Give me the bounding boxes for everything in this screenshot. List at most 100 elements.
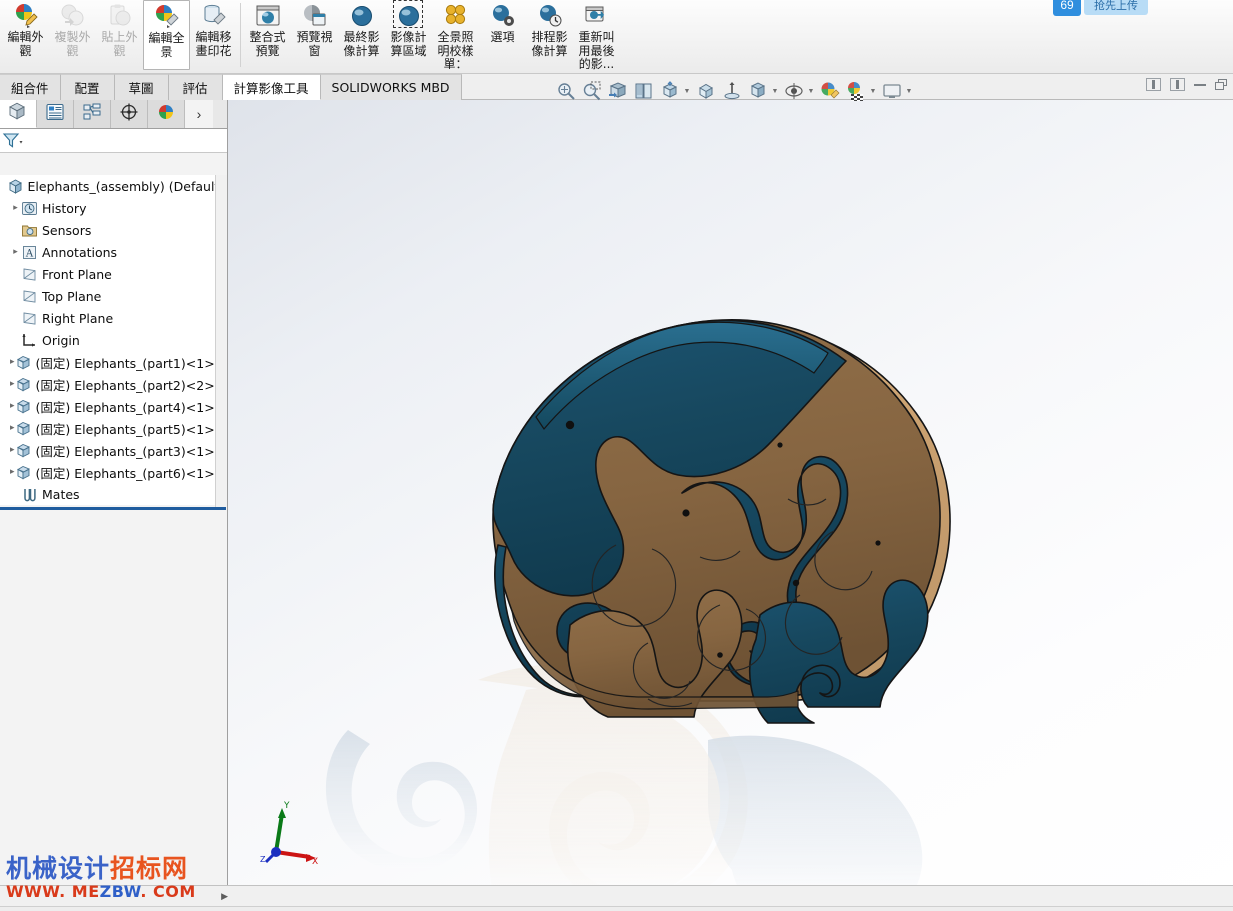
tab-1[interactable]: 配置 [60, 74, 115, 100]
chevron-down-icon[interactable]: ▼ [869, 82, 877, 100]
expand-chevron-icon[interactable]: ▸ [10, 241, 21, 263]
tree-node[interactable]: ▸ Sensors [0, 219, 226, 241]
ribbon-button-paste-appearance-icon[interactable]: 貼上外觀 [96, 0, 143, 70]
appearance-ribbon: 編輯外觀 複製外觀 貼上外觀 編輯全景 編輯移畫印花 整合式預覽 預覽視窗 最終… [0, 0, 1233, 74]
origin-icon [21, 332, 38, 349]
section-view-icon[interactable] [608, 81, 628, 101]
ribbon-button-label: 編輯外觀 [7, 30, 44, 58]
site-watermark: 机械设计招标网 WWW. MEZBW. COM [6, 856, 206, 904]
perspective-icon[interactable] [784, 81, 804, 101]
zoom-to-fit-icon[interactable] [556, 81, 576, 101]
ribbon-button-schedule-render-icon[interactable]: 排程影像計算 [526, 0, 573, 70]
configuration-manager-tab[interactable] [74, 100, 111, 128]
apply-scene-color-icon[interactable] [846, 81, 866, 102]
view-settings-icon[interactable] [748, 81, 768, 101]
tab-label: 草圖 [128, 81, 154, 96]
restore-icon[interactable] [1215, 79, 1227, 90]
tree-node-label: (固定) Elephants_(part2)<2> (Def [35, 377, 226, 393]
options-icon [490, 3, 516, 29]
ribbon-button-label: 貼上外觀 [101, 30, 138, 58]
display-manager-icon [155, 102, 177, 127]
elephants-puzzle-model[interactable] [348, 295, 988, 765]
chevron-down-icon[interactable]: ▼ [807, 82, 815, 100]
feature-tree-filter-bar[interactable] [0, 129, 227, 153]
display-style-icon[interactable] [660, 81, 680, 101]
tab-0[interactable]: 組合件 [0, 74, 61, 100]
tree-node[interactable]: ▸ Origin [0, 329, 226, 351]
tree-node[interactable]: ▸ Top Plane [0, 285, 226, 307]
chevron-down-icon[interactable]: ▼ [905, 82, 913, 100]
property-manager-icon [44, 102, 66, 127]
ribbon-button-final-render-icon[interactable]: 最終影像計算 [338, 0, 385, 70]
plane-icon [21, 266, 38, 283]
ribbon-button-render-region-icon[interactable]: 影像計算區域 [385, 0, 432, 70]
graphics-viewport[interactable]: Y X Z 53% [228, 100, 1233, 911]
status-bar [0, 906, 1233, 911]
collapse-right-icon[interactable] [1170, 78, 1185, 91]
scroll-right-caret-icon[interactable]: ▶ [221, 891, 228, 902]
ribbon-button-preview-window-icon[interactable]: 預覽視窗 [291, 0, 338, 70]
svg-text:X: X [312, 857, 318, 867]
zoom-to-area-icon[interactable] [582, 81, 602, 101]
ribbon-button-recall-last-render-icon[interactable]: 重新叫用最後的影... [573, 0, 620, 71]
apply-scene-icon[interactable] [722, 81, 742, 101]
tree-node[interactable]: ▸ (固定) Elephants_(part6)<1> (Def [0, 461, 226, 483]
feature-tree[interactable]: ▸ Elephants_(assembly) (Default<Displa ▸… [0, 175, 226, 505]
ribbon-button-label: 編輯移畫印花 [195, 30, 232, 58]
paste-appearance-icon [107, 3, 133, 29]
tree-node[interactable]: ▸ A Annotations [0, 241, 226, 263]
tab-3[interactable]: 評估 [168, 74, 223, 100]
ribbon-button-integrated-preview-icon[interactable]: 整合式預覽 [244, 0, 291, 70]
tree-node[interactable]: ▸ Front Plane [0, 263, 226, 285]
display-manager-tab[interactable] [148, 100, 185, 128]
annotations-icon: A [21, 244, 38, 261]
dimxpert-manager-tab[interactable] [111, 100, 148, 128]
recall-last-render-icon [584, 3, 610, 29]
tree-node[interactable]: ▸ (固定) Elephants_(part3)<1> (Def [0, 439, 226, 461]
ribbon-button-edit-scene-icon[interactable]: 編輯全景 [143, 0, 190, 70]
view-display-icon[interactable] [882, 81, 902, 101]
watermark-url-2: ZBW [99, 882, 141, 901]
tree-node-label: (固定) Elephants_(part1)<1> (Def [35, 355, 226, 371]
watermark-text-cn-1: 机械设计 [6, 854, 111, 883]
tree-node[interactable]: ▸ (固定) Elephants_(part2)<2> (Def [0, 373, 226, 395]
feature-tree-icon [7, 101, 29, 126]
chevron-down-icon[interactable]: ▼ [771, 82, 779, 100]
ribbon-button-label: 預覽視窗 [296, 30, 333, 58]
edit-appearance-icon[interactable] [820, 81, 840, 101]
history-icon [21, 200, 38, 217]
tree-node[interactable]: ▸ (固定) Elephants_(part1)<1> (Def [0, 351, 226, 373]
tree-node[interactable]: ▸ History [0, 197, 226, 219]
viewport-window-controls [1146, 78, 1227, 91]
tree-node[interactable]: ▸ Elephants_(assembly) (Default<Displa [0, 175, 226, 197]
collapse-left-icon[interactable] [1146, 78, 1161, 91]
tree-node-label: (固定) Elephants_(part5)<1> (Def [35, 421, 226, 437]
ribbon-button-edit-decal-icon[interactable]: 編輯移畫印花 [190, 0, 237, 70]
tree-node-label: Front Plane [42, 266, 112, 282]
feature-tree-tab[interactable] [0, 100, 37, 128]
chevron-down-icon[interactable]: ▼ [683, 82, 691, 100]
ribbon-button-options-icon[interactable]: 選項 [479, 0, 526, 70]
tab-2[interactable]: 草圖 [114, 74, 169, 100]
ribbon-button-scene-illumination-proof-icon[interactable]: 全景照明校樣單： [432, 0, 479, 71]
tree-node[interactable]: ▸ (固定) Elephants_(part4)<1> (Def [0, 395, 226, 417]
view-orientation-icon[interactable] [634, 81, 654, 101]
hide-show-items-icon[interactable] [696, 81, 716, 101]
upload-label: 抢先上传 [1084, 0, 1148, 15]
part-icon [15, 398, 32, 415]
feature-manager-expand-arrow[interactable]: › [185, 100, 213, 128]
svg-text:A: A [25, 248, 34, 259]
minimize-icon[interactable] [1194, 83, 1206, 86]
tree-node[interactable]: ▸ Mates [0, 483, 226, 505]
tree-node[interactable]: ▸ (固定) Elephants_(part5)<1> (Def [0, 417, 226, 439]
ribbon-button-label: 排程影像計算 [531, 30, 568, 58]
upload-promo-button[interactable]: 69 抢先上传 [1053, 0, 1177, 16]
ribbon-button-copy-appearance-icon[interactable]: 複製外觀 [49, 0, 96, 70]
feature-tree-scrollbar[interactable] [215, 175, 227, 596]
ribbon-button-label: 影像計算區域 [390, 30, 427, 58]
property-manager-tab[interactable] [37, 100, 74, 128]
expand-chevron-icon[interactable]: ▸ [10, 197, 21, 219]
filter-icon [2, 132, 24, 150]
ribbon-button-edit-appearance-icon[interactable]: 編輯外觀 [2, 0, 49, 70]
tree-node[interactable]: ▸ Right Plane [0, 307, 226, 329]
